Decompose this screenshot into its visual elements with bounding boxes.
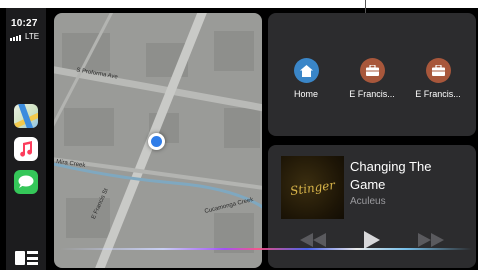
dashboard-toggle-icon[interactable]: [15, 251, 38, 265]
artist-name: Aculeus: [350, 196, 386, 207]
destination-work-1[interactable]: E Francis...: [342, 58, 402, 99]
destination-home[interactable]: Home: [276, 58, 336, 99]
destination-label: Home: [293, 89, 318, 99]
play-icon[interactable]: [364, 231, 380, 249]
music-app-icon[interactable]: [14, 137, 38, 161]
destination-work-2[interactable]: E Francis...: [408, 58, 468, 99]
destinations-panel: Home E Francis... E Francis...: [268, 13, 476, 136]
signal-bar-icon: [16, 36, 18, 41]
destination-label: E Francis...: [349, 89, 395, 99]
briefcase-icon: [425, 58, 451, 83]
map-view[interactable]: S Proforma Ave E Francis St Mira Creek C…: [54, 13, 262, 268]
top-band: [0, 0, 478, 8]
maps-app-icon[interactable]: [14, 104, 38, 128]
siri-waveform: [60, 248, 472, 250]
house-icon: [293, 58, 319, 83]
music-note-icon: [20, 141, 33, 157]
next-track-icon[interactable]: [418, 233, 444, 247]
pointer-tick: [365, 0, 366, 14]
signal-status: LTE: [10, 33, 39, 41]
briefcase-icon: [359, 58, 385, 83]
signal-bar-icon: [10, 38, 12, 41]
destination-label: E Francis...: [415, 89, 461, 99]
signal-bar-icon: [19, 35, 21, 41]
sidebar: 10:27 LTE: [6, 8, 46, 270]
messages-app-icon[interactable]: [14, 170, 38, 194]
previous-track-icon[interactable]: [300, 233, 326, 247]
network-type: LTE: [25, 32, 40, 41]
album-art-text: Stinger: [289, 177, 336, 198]
clock: 10:27: [11, 18, 38, 29]
album-art[interactable]: Stinger: [281, 156, 344, 219]
signal-bar-icon: [13, 37, 15, 41]
current-location-marker: [148, 133, 165, 150]
speech-bubble-icon: [18, 175, 34, 188]
song-title: Changing The Game: [350, 159, 432, 192]
